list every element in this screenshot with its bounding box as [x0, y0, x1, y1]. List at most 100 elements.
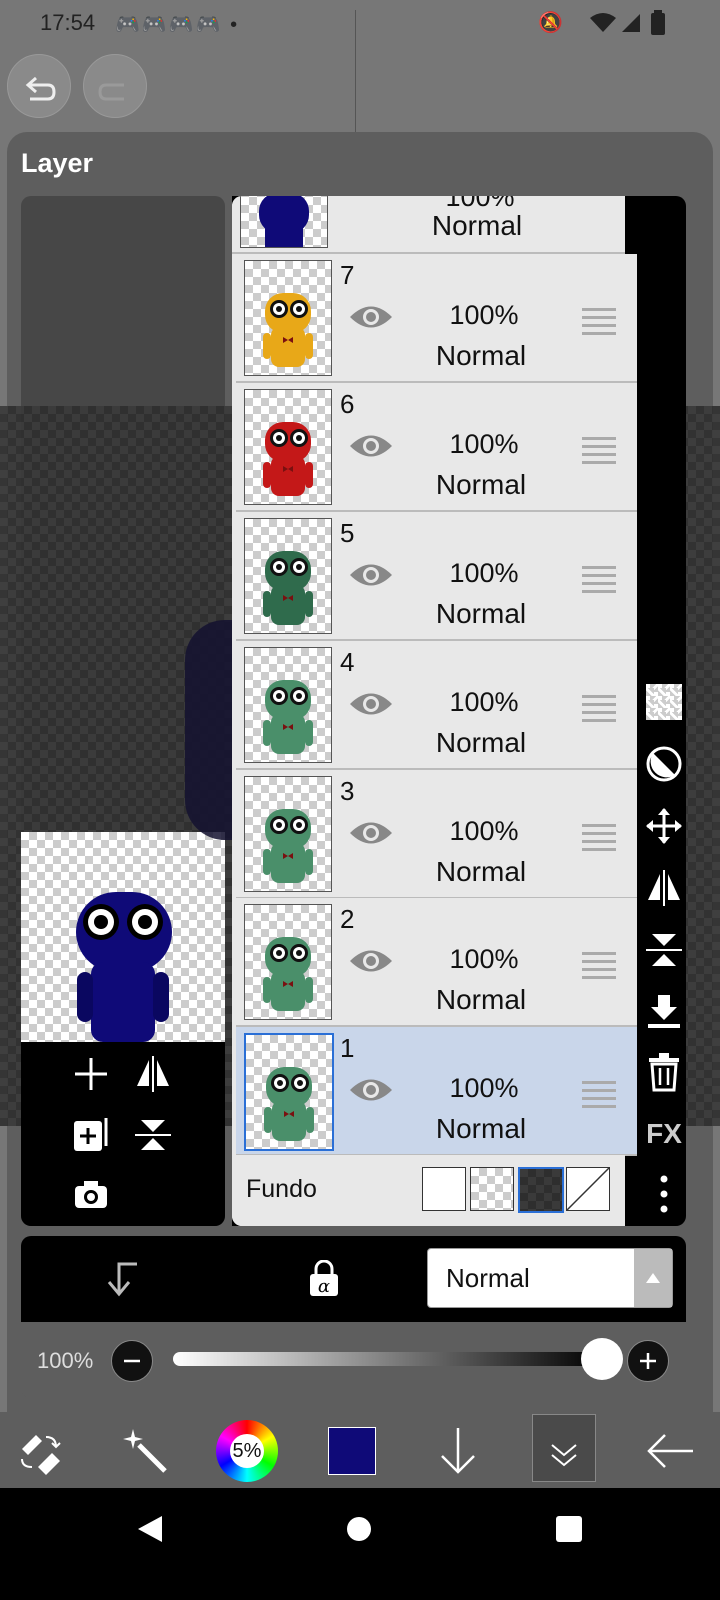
alpha-lock-icon[interactable]: α: [307, 1260, 341, 1298]
notification-icons: 🎮🎮🎮🎮 •: [115, 14, 240, 36]
layer-thumbnail: [244, 518, 332, 634]
clipping-arrow-icon[interactable]: [105, 1258, 141, 1298]
layer-blend-mode: Normal: [435, 469, 527, 500]
layer-opacity: 100%: [449, 429, 519, 459]
merge-down-tool[interactable]: [642, 990, 686, 1034]
layer-row-2[interactable]: 2 100% Normal: [236, 898, 637, 1027]
color-swatch: [328, 1427, 376, 1475]
duplicate-layer-icon[interactable]: [73, 1116, 109, 1154]
background-white[interactable]: [422, 1167, 466, 1211]
color-wheel-icon: 5%: [216, 1420, 278, 1482]
layer-opacity: 100%: [449, 558, 519, 588]
layer-thumbnail: [244, 647, 332, 763]
layer-number: 4: [340, 647, 355, 677]
flip-horizontal-icon: [648, 870, 680, 906]
home-nav-icon[interactable]: [346, 1516, 372, 1542]
blend-dropdown-button[interactable]: [634, 1249, 672, 1307]
chevron-up-icon: [646, 1273, 660, 1283]
status-time: 17:54: [40, 10, 96, 35]
layer-row-4[interactable]: 4 100% Normal: [236, 641, 637, 770]
magic-wand-tool[interactable]: [115, 1416, 175, 1486]
layer-row-6[interactable]: 6 100% Normal: [236, 383, 637, 512]
layer-row-3[interactable]: 3 100% Normal: [236, 770, 637, 899]
background-row: Fundo: [232, 1155, 625, 1226]
eye-icon[interactable]: [348, 431, 394, 466]
clipping-tool[interactable]: [642, 742, 686, 786]
layers-tool[interactable]: [532, 1414, 596, 1482]
redo-button[interactable]: [83, 54, 147, 118]
eye-icon[interactable]: [344, 196, 390, 209]
preview-thumbnail[interactable]: [21, 832, 225, 1042]
transform-tool[interactable]: [10, 1416, 70, 1486]
drag-handle-icon[interactable]: [578, 196, 612, 200]
opacity-thumb[interactable]: [581, 1338, 623, 1380]
battery-icon: [651, 10, 665, 35]
eye-icon[interactable]: [348, 946, 394, 981]
background-transparent-light[interactable]: [470, 1167, 514, 1211]
opacity-track[interactable]: [173, 1352, 603, 1366]
layer-row-7[interactable]: 7 100% Normal: [236, 254, 637, 383]
fx-icon[interactable]: FX: [642, 1112, 686, 1156]
signal-icon: [622, 14, 640, 32]
wifi-icon: [590, 13, 616, 32]
eye-icon[interactable]: [348, 1075, 394, 1110]
flip-layer-horizontal[interactable]: [642, 866, 686, 910]
mute-icon: 🔕: [538, 12, 563, 34]
drag-handle-icon[interactable]: [582, 952, 616, 984]
plus-icon: [640, 1353, 656, 1369]
opacity-decrease-button[interactable]: [111, 1340, 153, 1382]
blend-mode-value: Normal: [446, 1263, 530, 1293]
layer-opacity: 100%: [449, 687, 519, 717]
opacity-value: 100%: [37, 1348, 94, 1373]
drag-handle-icon[interactable]: [582, 824, 616, 856]
layer-row-1[interactable]: 1 100% Normal: [236, 1027, 637, 1156]
more-tool[interactable]: [642, 1172, 686, 1216]
eye-icon[interactable]: [348, 689, 394, 724]
layer-opacity: 100%: [449, 300, 519, 330]
move-tool[interactable]: [642, 804, 686, 848]
add-layer-icon[interactable]: [73, 1056, 109, 1092]
recents-nav-icon[interactable]: [556, 1516, 582, 1542]
opacity-row: 100%: [21, 1322, 686, 1398]
flip-layer-vertical[interactable]: [642, 928, 686, 972]
current-color-swatch[interactable]: [326, 1416, 378, 1486]
flip-horizontal-icon[interactable]: [133, 1056, 173, 1092]
drag-handle-icon[interactable]: [582, 437, 616, 469]
drag-handle-icon[interactable]: [582, 695, 616, 727]
move-icon: [646, 808, 682, 844]
undo-button[interactable]: [7, 54, 71, 118]
eye-icon[interactable]: [348, 302, 394, 337]
layer-opacity: 100%: [449, 816, 519, 846]
back-arrow-tool[interactable]: [640, 1416, 700, 1486]
drag-handle-icon[interactable]: [582, 1081, 616, 1113]
background-transparent-dark[interactable]: [518, 1167, 564, 1213]
drag-handle-icon[interactable]: [582, 308, 616, 340]
blend-bar: α Normal: [21, 1236, 686, 1322]
color-percent: 5%: [230, 1434, 264, 1468]
layer-number: 1: [340, 1033, 355, 1063]
eye-icon[interactable]: [348, 560, 394, 595]
blend-mode-select[interactable]: Normal: [427, 1248, 673, 1308]
delete-layer-tool[interactable]: [642, 1050, 686, 1094]
camera-icon[interactable]: [73, 1178, 109, 1210]
color-wheel-button[interactable]: 5%: [214, 1416, 280, 1486]
merge-down-icon: [648, 995, 680, 1028]
flip-vertical-icon[interactable]: [133, 1116, 173, 1154]
background-label: Fundo: [246, 1175, 317, 1203]
down-arrow-tool[interactable]: [428, 1416, 488, 1486]
layer-number: 3: [340, 776, 355, 806]
preview-tools: [21, 1042, 225, 1226]
drag-handle-icon[interactable]: [582, 566, 616, 598]
eye-icon[interactable]: [348, 818, 394, 853]
back-nav-icon[interactable]: [136, 1514, 164, 1544]
opacity-increase-button[interactable]: [627, 1340, 669, 1382]
redo-icon: [98, 83, 124, 101]
layer-row-5[interactable]: 5 100% Normal: [236, 512, 637, 641]
transparency-tool[interactable]: [642, 680, 686, 724]
layer-row-8[interactable]: 100% Normal: [232, 196, 625, 254]
background-none[interactable]: [566, 1167, 610, 1211]
layer-number: 6: [340, 389, 355, 419]
layer-thumbnail: [244, 1033, 334, 1151]
arrow-left-icon: [647, 1434, 693, 1468]
panel-title: Layer: [21, 148, 94, 178]
